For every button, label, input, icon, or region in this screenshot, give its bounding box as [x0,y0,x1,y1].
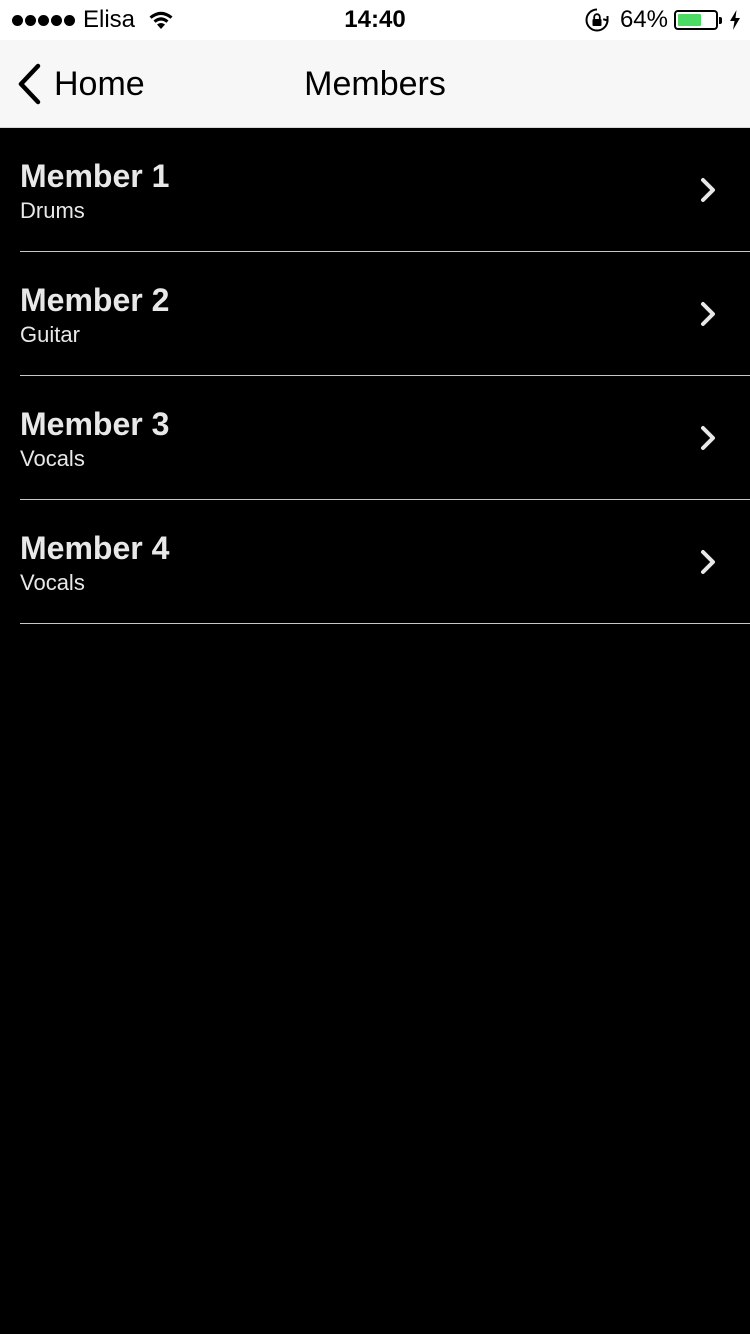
member-role: Guitar [20,322,80,347]
member-role: Drums [20,198,85,223]
member-role: Vocals [20,446,85,471]
chevron-right-icon [701,302,715,326]
member-name: Member 3 [20,406,170,442]
chevron-right-icon [701,178,715,202]
member-list-item[interactable]: Member 2 Guitar [0,252,750,376]
back-button-label: Home [54,64,145,103]
back-button[interactable]: Home [14,40,145,128]
row-separator [20,623,750,624]
chevron-right-icon [701,426,715,450]
lock-rotation-icon [585,8,609,32]
battery-level-fill [678,14,702,26]
navigation-bar: Home Members [0,40,750,128]
member-name: Member 2 [20,282,170,318]
member-list-item[interactable]: Member 3 Vocals [0,376,750,500]
battery-percentage: 64% [619,6,668,33]
member-name: Member 1 [20,158,170,194]
member-list: Member 1 Drums Member 2 Guitar Member 3 … [0,128,750,624]
status-bar: Elisa 14:40 64% [0,0,750,40]
member-list-item[interactable]: Member 1 Drums [0,128,750,252]
member-role: Vocals [20,570,85,595]
member-list-item[interactable]: Member 4 Vocals [0,500,750,624]
chevron-right-icon [701,550,715,574]
chevron-left-icon [18,63,41,105]
member-name: Member 4 [20,530,170,566]
charging-icon [730,10,740,30]
battery-icon [674,10,722,30]
status-right: 64% [584,0,742,40]
